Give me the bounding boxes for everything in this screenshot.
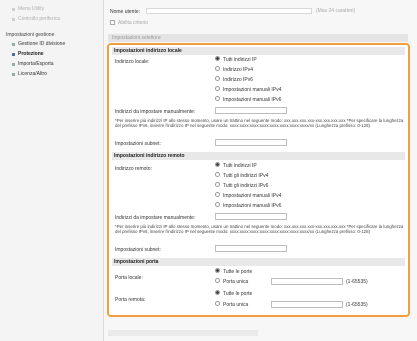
option-label: Tutti gli indirizzi IPv6: [223, 183, 269, 189]
remote-port-range-hint: (1-65535): [346, 302, 368, 308]
sidebar: Menu Utility Controllo periferica Impost…: [0, 0, 104, 341]
radio-icon: [215, 192, 220, 198]
bullet-icon: [12, 18, 15, 21]
option-label: Impostazioni manuali IPv6: [223, 97, 282, 103]
bullet-icon: [12, 43, 15, 46]
sidebar-item-label: Controllo periferica: [18, 16, 60, 22]
local-subnet-label: Impostazioni subnet:: [115, 141, 161, 147]
main-content: Nome utente: (Max 24 caratteri) Abilita …: [104, 0, 417, 341]
local-manual-label: Indirizzi da impostare manualmente:: [115, 109, 196, 115]
bottom-faded-bar: [108, 330, 258, 336]
enable-policy-checkbox[interactable]: Abilita criterio: [110, 20, 148, 26]
sidebar-item-label: Impostazioni gestione: [6, 32, 55, 38]
local-address-label: Indirizzo locale:: [115, 59, 150, 65]
top-hint: (Max 24 caratteri): [316, 8, 356, 14]
selector-settings-header: Impostazioni selettore: [108, 34, 408, 42]
local-note: *Per inserire più indirizzi IP allo stes…: [115, 118, 404, 129]
radio-selected-icon: [215, 56, 220, 62]
bullet-icon: [12, 8, 15, 11]
option-label: Indirizzo IPv6: [223, 77, 254, 83]
radio-icon: [215, 76, 220, 82]
sidebar-item-protezione[interactable]: Protezione: [0, 50, 104, 59]
option-label: Tutti indirizzi IP: [223, 57, 257, 63]
remote-address-header: Impostazioni indirizzo remoto: [112, 152, 405, 160]
bullet-icon: [12, 73, 15, 76]
sidebar-item-label: Menu Utility: [18, 6, 45, 12]
local-option-ipv4[interactable]: Indirizzo IPv4: [215, 66, 254, 73]
radio-selected-icon: [215, 268, 220, 274]
radio-icon: [215, 66, 220, 72]
sidebar-heading-impostazioni-gestione[interactable]: Impostazioni gestione: [0, 31, 104, 40]
radio-icon: [215, 278, 220, 284]
option-label: Porta unica: [223, 302, 249, 308]
option-label: Indirizzo IPv4: [223, 67, 254, 73]
local-address-header: Impostazioni indirizzo locale: [112, 47, 405, 55]
option-label: Tutti gli indirizzi IPv4: [223, 173, 269, 179]
local-port-range-hint: (1-65535): [346, 279, 368, 285]
option-label: Tutte le porte: [223, 269, 253, 275]
radio-icon: [215, 96, 220, 102]
radio-selected-icon: [215, 162, 220, 168]
remote-option-ipv4[interactable]: Tutti gli indirizzi IPv4: [215, 172, 269, 179]
remote-port-label: Porta remota:: [115, 297, 146, 303]
local-manual-input[interactable]: [215, 107, 287, 114]
top-field-label: Nome utente:: [110, 9, 141, 15]
bullet-icon: [12, 63, 15, 66]
sidebar-item-importa-esporta[interactable]: Importa/Esporta: [0, 60, 104, 69]
local-option-ipv6[interactable]: Indirizzo IPv6: [215, 76, 254, 83]
remote-option-ipv6[interactable]: Tutti gli indirizzi IPv6: [215, 182, 269, 189]
sidebar-item-controllo-periferica[interactable]: Controllo periferica: [0, 15, 104, 24]
remote-port-input[interactable]: [271, 301, 343, 308]
option-label: Tutti indirizzi IP: [223, 163, 257, 169]
remote-manual-input[interactable]: [215, 213, 287, 220]
remote-subnet-input[interactable]: [215, 245, 287, 252]
local-option-all[interactable]: Tutti indirizzi IP: [215, 56, 257, 63]
sidebar-item-licenza-altro[interactable]: Licenza/Altro: [0, 70, 104, 79]
name-input[interactable]: [146, 8, 312, 14]
option-label: Impostazioni manuali IPv4: [223, 87, 282, 93]
local-port-label: Porta locale:: [115, 275, 143, 281]
remote-option-manual-ipv4[interactable]: Impostazioni manuali IPv4: [215, 192, 282, 199]
sidebar-item-label: Gestione ID divisione: [18, 41, 66, 47]
local-port-input[interactable]: [271, 278, 343, 285]
remote-option-manual-ipv6[interactable]: Impostazioni manuali IPv6: [215, 202, 282, 209]
highlighted-settings-panel: Impostazioni indirizzo locale Indirizzo …: [107, 43, 410, 317]
local-option-manual-ipv6[interactable]: Impostazioni manuali IPv6: [215, 96, 282, 103]
radio-icon: [215, 301, 220, 307]
checkbox-label: Abilita criterio: [118, 20, 149, 26]
remote-address-label: Indirizzo remoto:: [115, 166, 152, 172]
radio-icon: [215, 202, 220, 208]
sidebar-item-label: Licenza/Altro: [18, 71, 47, 77]
radio-icon: [215, 86, 220, 92]
radio-selected-icon: [215, 290, 220, 296]
remote-manual-label: Indirizzi da impostare manualmente:: [115, 215, 196, 221]
sidebar-item-menu-utility[interactable]: Menu Utility: [0, 5, 104, 14]
local-subnet-input[interactable]: [215, 139, 287, 146]
local-port-all[interactable]: Tutte le porte: [215, 268, 253, 275]
option-label: Porta unica: [223, 279, 249, 285]
option-label: Impostazioni manuali IPv6: [223, 203, 282, 209]
remote-note: *Per inserire più indirizzi IP allo stes…: [115, 224, 404, 235]
bullet-icon: [12, 53, 15, 56]
checkbox-icon: [110, 20, 115, 26]
remote-option-all[interactable]: Tutti indirizzi IP: [215, 162, 257, 169]
radio-icon: [215, 172, 220, 178]
local-option-manual-ipv4[interactable]: Impostazioni manuali IPv4: [215, 86, 282, 93]
local-port-single[interactable]: Porta unica: [215, 278, 249, 285]
sidebar-item-label: Importa/Esporta: [18, 61, 54, 67]
option-label: Tutte le porte: [223, 291, 253, 297]
sidebar-item-gestione-id[interactable]: Gestione ID divisione: [0, 40, 104, 49]
remote-port-single[interactable]: Porta unica: [215, 301, 249, 308]
sidebar-item-label: Protezione: [18, 51, 44, 57]
port-settings-header: Impostazioni porta: [112, 258, 405, 266]
remote-port-all[interactable]: Tutte le porte: [215, 290, 253, 297]
option-label: Impostazioni manuali IPv4: [223, 193, 282, 199]
radio-icon: [215, 182, 220, 188]
remote-subnet-label: Impostazioni subnet:: [115, 247, 161, 253]
